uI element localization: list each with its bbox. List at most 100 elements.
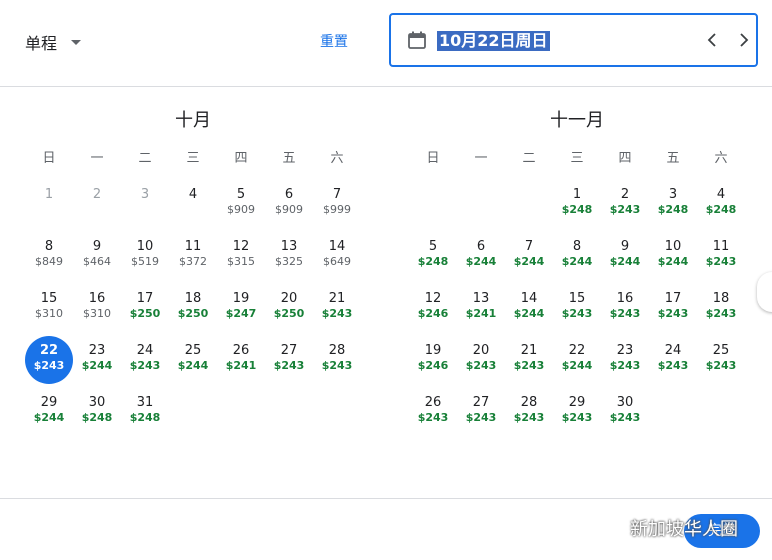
day-price: $243	[705, 255, 737, 268]
day-cell[interactable]: 26 $241	[217, 339, 265, 391]
day-cell[interactable]: 7 $244	[505, 235, 553, 287]
weekday-header: 日一二三四五六	[25, 147, 361, 167]
day-number: 30	[88, 395, 106, 410]
day-cell[interactable]: 30 $243	[601, 391, 649, 443]
day-cell[interactable]: 13 $241	[457, 287, 505, 339]
reset-button[interactable]: 重置	[320, 31, 348, 51]
day-cell[interactable]: 19 $247	[217, 287, 265, 339]
day-cell[interactable]: 13 $325	[265, 235, 313, 287]
day-cell[interactable]: 26 $243	[409, 391, 457, 443]
day-cell[interactable]: 25 $243	[697, 339, 745, 391]
day-cell[interactable]: 27 $243	[265, 339, 313, 391]
day-cell[interactable]: 1 $248	[553, 183, 601, 235]
day-number: 11	[184, 239, 202, 254]
day-cell[interactable]: 21 $243	[505, 339, 553, 391]
day-cell[interactable]: 14 $649	[313, 235, 361, 287]
day-cell[interactable]: 2 $243	[601, 183, 649, 235]
chevron-left-icon[interactable]	[701, 29, 723, 51]
day-price: $243	[657, 359, 689, 372]
selected-date-text[interactable]: 10月22日周日	[437, 31, 550, 51]
day-number: 17	[136, 291, 154, 306]
day-cell[interactable]: 22 $244	[553, 339, 601, 391]
day-number: 2	[620, 187, 630, 202]
day-cell[interactable]: 24 $243	[121, 339, 169, 391]
day-cell[interactable]: 14 $244	[505, 287, 553, 339]
day-cell[interactable]: 28 $243	[313, 339, 361, 391]
day-cell[interactable]: 19 $246	[409, 339, 457, 391]
day-cell[interactable]: 21 $243	[313, 287, 361, 339]
day-cell[interactable]: 10 $519	[121, 235, 169, 287]
day-cell[interactable]: 16 $310	[73, 287, 121, 339]
day-price: $649	[323, 255, 351, 268]
day-cell[interactable]: 20 $250	[265, 287, 313, 339]
day-price: $519	[131, 255, 159, 268]
day-price: $241	[465, 307, 497, 320]
day-price: $372	[179, 255, 207, 268]
day-cell[interactable]: 25 $244	[169, 339, 217, 391]
watermark-text: 新加坡华人圈	[630, 519, 738, 540]
day-cell[interactable]: 24 $243	[649, 339, 697, 391]
day-cell[interactable]: 6 $909	[265, 183, 313, 235]
day-price: $243	[465, 411, 497, 424]
day-cell[interactable]: 17 $243	[649, 287, 697, 339]
day-price: $246	[417, 307, 449, 320]
day-price: $243	[417, 411, 449, 424]
day-price: $243	[609, 411, 641, 424]
day-cell[interactable]: 6 $244	[457, 235, 505, 287]
day-number: 31	[136, 395, 154, 410]
day-cell[interactable]: 8 $849	[25, 235, 73, 287]
scroll-next-handle[interactable]	[757, 272, 772, 312]
day-number: 17	[664, 291, 682, 306]
day-cell[interactable]: 31 $248	[121, 391, 169, 443]
day-cell: 2	[73, 183, 121, 235]
day-cell[interactable]: 10 $244	[649, 235, 697, 287]
day-number: 26	[232, 343, 250, 358]
day-cell[interactable]: 16 $243	[601, 287, 649, 339]
day-cell[interactable]: 15 $243	[553, 287, 601, 339]
day-cell[interactable]: 23 $244	[73, 339, 121, 391]
trip-type-dropdown[interactable]: 单程	[25, 30, 82, 54]
departure-date-field[interactable]: 10月22日周日	[389, 13, 758, 67]
day-cell[interactable]: 5 $909	[217, 183, 265, 235]
day-cell[interactable]: 23 $243	[601, 339, 649, 391]
day-cell[interactable]: 4 $248	[697, 183, 745, 235]
dropdown-caret-icon	[71, 39, 82, 45]
day-price: $248	[129, 411, 161, 424]
day-cell[interactable]: 18 $250	[169, 287, 217, 339]
day-cell[interactable]: 18 $243	[697, 287, 745, 339]
day-cell[interactable]: 4	[169, 183, 217, 235]
day-cell[interactable]: 20 $243	[457, 339, 505, 391]
empty-day-cell	[409, 183, 457, 235]
day-cell[interactable]: 29 $243	[553, 391, 601, 443]
day-cell[interactable]: 3 $248	[649, 183, 697, 235]
day-number: 28	[520, 395, 538, 410]
day-cell[interactable]: 11 $372	[169, 235, 217, 287]
day-cell[interactable]: 27 $243	[457, 391, 505, 443]
day-number: 4	[716, 187, 726, 202]
day-number: 9	[620, 239, 630, 254]
day-cell[interactable]: 5 $248	[409, 235, 457, 287]
day-number: 8	[572, 239, 582, 254]
chevron-right-icon[interactable]	[733, 29, 755, 51]
day-number: 2	[92, 187, 102, 202]
day-cell[interactable]: 30 $248	[73, 391, 121, 443]
day-cell[interactable]: 7 $999	[313, 183, 361, 235]
day-cell[interactable]: 12 $246	[409, 287, 457, 339]
day-cell[interactable]: 9 $244	[601, 235, 649, 287]
day-price: $909	[275, 203, 303, 216]
day-price: $248	[561, 203, 593, 216]
day-price: $250	[273, 307, 305, 320]
day-cell[interactable]: 15 $310	[25, 287, 73, 339]
day-number: 6	[476, 239, 486, 254]
weekday-label: 二	[522, 151, 536, 166]
day-cell[interactable]: 11 $243	[697, 235, 745, 287]
day-number: 28	[328, 343, 346, 358]
day-cell[interactable]: 8 $244	[553, 235, 601, 287]
day-cell-selected[interactable]: 22 $243	[25, 336, 73, 391]
day-cell[interactable]: 12 $315	[217, 235, 265, 287]
day-number: 27	[280, 343, 298, 358]
day-cell[interactable]: 9 $464	[73, 235, 121, 287]
day-cell[interactable]: 29 $244	[25, 391, 73, 443]
day-cell[interactable]: 28 $243	[505, 391, 553, 443]
day-cell[interactable]: 17 $250	[121, 287, 169, 339]
